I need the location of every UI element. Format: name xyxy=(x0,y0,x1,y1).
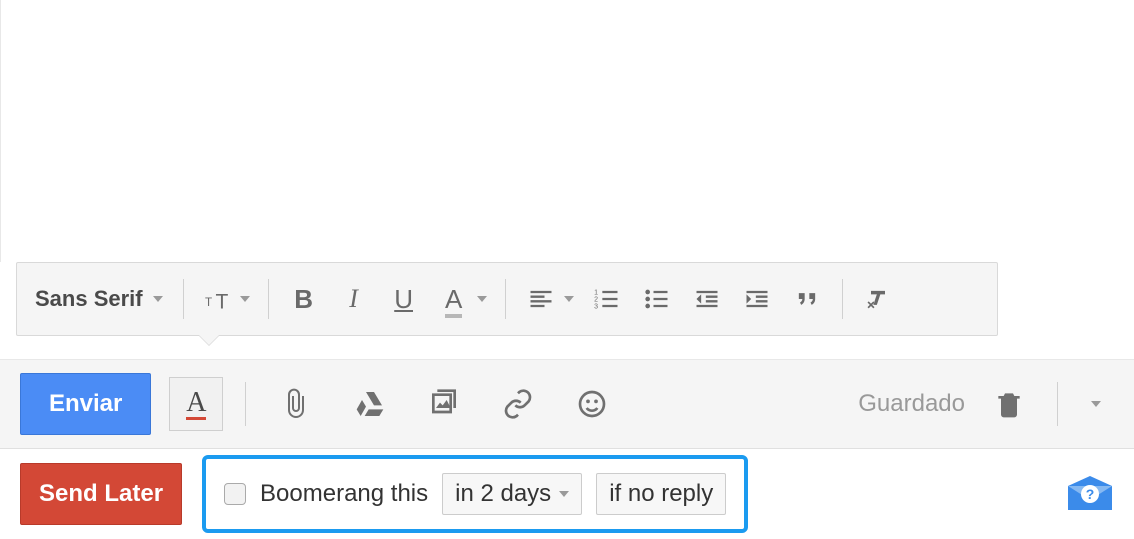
separator xyxy=(842,279,843,319)
text-color-button[interactable]: A xyxy=(431,276,477,322)
attach-file-button[interactable] xyxy=(268,376,324,432)
chevron-down-icon xyxy=(559,491,569,497)
chevron-down-icon xyxy=(564,296,574,302)
svg-text:1: 1 xyxy=(594,289,598,296)
boomerang-time-select[interactable]: in 2 days xyxy=(442,473,582,515)
separator xyxy=(268,279,269,319)
quote-button[interactable] xyxy=(784,276,830,322)
svg-text:3: 3 xyxy=(594,303,598,310)
boomerang-checkbox[interactable] xyxy=(224,483,246,505)
send-button[interactable]: Enviar xyxy=(20,373,151,435)
insert-drive-button[interactable] xyxy=(342,376,398,432)
svg-text:2: 2 xyxy=(594,296,598,303)
italic-button[interactable]: I xyxy=(331,276,377,322)
chevron-down-icon xyxy=(240,296,250,302)
send-later-button[interactable]: Send Later xyxy=(20,463,182,525)
boomerang-help-button[interactable]: ? xyxy=(1066,476,1114,512)
svg-text:?: ? xyxy=(1086,486,1095,502)
discard-draft-button[interactable] xyxy=(981,376,1037,432)
svg-text:T: T xyxy=(205,296,212,309)
numbered-list-button[interactable]: 123 xyxy=(584,276,630,322)
more-options-button[interactable] xyxy=(1078,376,1114,432)
saved-status: Guardado xyxy=(858,390,965,418)
bullet-list-button[interactable] xyxy=(634,276,680,322)
formatting-toggle-button[interactable]: A xyxy=(169,377,223,431)
align-button[interactable] xyxy=(518,276,564,322)
send-row: Enviar A Guardado xyxy=(0,359,1134,449)
boomerang-box: Boomerang this in 2 days if no reply xyxy=(202,455,748,533)
font-family-select[interactable]: Sans Serif xyxy=(27,280,171,318)
format-toolbar: Sans Serif TT B I U A 123 xyxy=(16,262,998,336)
separator xyxy=(183,279,184,319)
font-family-label: Sans Serif xyxy=(35,286,143,312)
underline-button[interactable]: U xyxy=(381,276,427,322)
remove-formatting-button[interactable] xyxy=(855,276,901,322)
boomerang-time-value: in 2 days xyxy=(455,480,551,508)
indent-less-button[interactable] xyxy=(684,276,730,322)
boomerang-label: Boomerang this xyxy=(260,480,428,508)
compose-body-area[interactable] xyxy=(0,0,1134,262)
separator xyxy=(505,279,506,319)
insert-link-button[interactable] xyxy=(490,376,546,432)
chevron-down-icon xyxy=(1091,401,1101,407)
boomerang-row: Send Later Boomerang this in 2 days if n… xyxy=(0,449,1134,539)
font-size-button[interactable]: TT xyxy=(196,276,242,322)
bold-button[interactable]: B xyxy=(281,276,327,322)
separator xyxy=(1057,382,1058,426)
insert-photo-button[interactable] xyxy=(416,376,472,432)
svg-text:T: T xyxy=(215,290,228,313)
boomerang-condition-value: if no reply xyxy=(609,480,713,508)
chevron-down-icon xyxy=(153,296,163,302)
insert-emoji-button[interactable] xyxy=(564,376,620,432)
chevron-down-icon xyxy=(477,296,487,302)
indent-more-button[interactable] xyxy=(734,276,780,322)
boomerang-condition-select[interactable]: if no reply xyxy=(596,473,726,515)
separator xyxy=(245,382,246,426)
